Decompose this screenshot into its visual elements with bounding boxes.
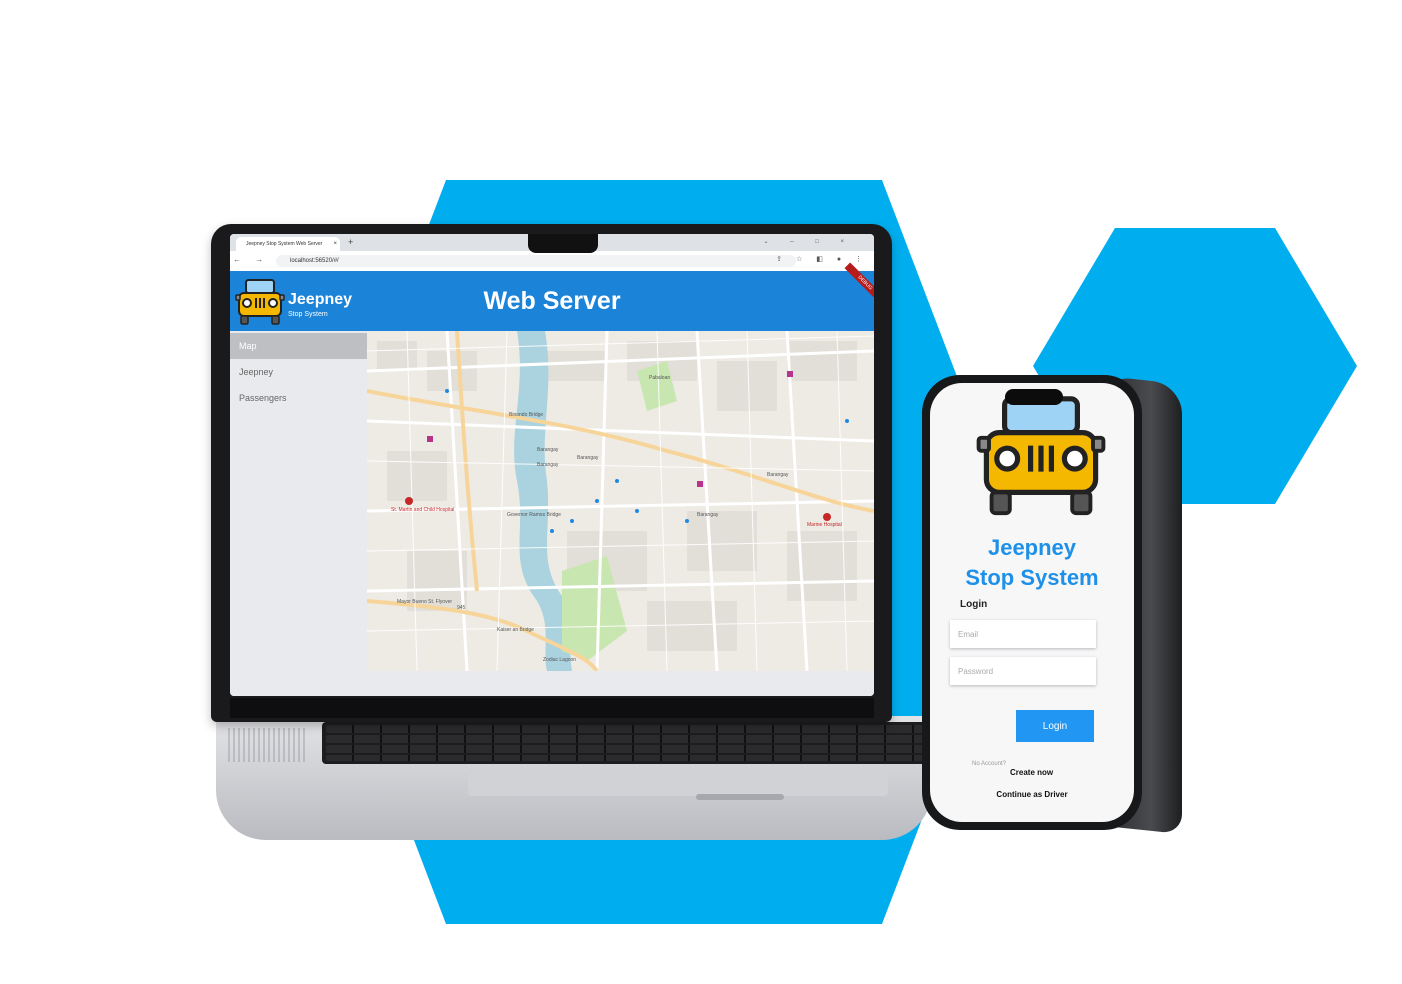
map-label: Barangay [697, 512, 719, 518]
url-input[interactable]: localhost:56520/#/ [276, 255, 796, 267]
map-label: Governor Ramos Bridge [507, 512, 561, 518]
hospital-icon [823, 513, 831, 521]
login-button[interactable]: Login [1016, 710, 1094, 742]
password-field[interactable] [950, 657, 1096, 685]
sidebar-item-jeepney[interactable]: Jeepney [230, 359, 367, 385]
browser-address-bar: ← → C localhost:56520/#/ ⇪ ☆ ◧ ● ⋮ [230, 251, 874, 272]
window-controls[interactable]: ⌄ – □ × [764, 238, 855, 245]
app-title-line2: Stop System [965, 565, 1099, 590]
continue-as-driver-link[interactable]: Continue as Driver [930, 790, 1134, 799]
login-heading: Login [960, 599, 988, 610]
new-tab-icon[interactable]: + [348, 237, 353, 247]
laptop-screen: Jeepney Stop System Web Server × + ⌄ – □… [230, 234, 874, 696]
app-title-line1: Jeepney [987, 535, 1077, 560]
map-label: Barangay [537, 462, 559, 468]
no-account-text: No Account? [972, 761, 1007, 767]
browser-tab[interactable]: Jeepney Stop System Web Server × [236, 237, 340, 251]
sidebar-item-map[interactable]: Map [230, 333, 367, 359]
map-label: Marine Hospital [807, 522, 842, 528]
map-label: St. Martin and Child Hospital [391, 507, 454, 513]
street-map[interactable]: Pabaloan Binondo Bridge Barangay Baranga… [367, 331, 874, 671]
laptop-lid-notch [696, 794, 784, 800]
camera-notch [528, 234, 598, 253]
speaker-grille [228, 728, 308, 762]
create-account-link[interactable]: Create now [1010, 768, 1053, 777]
map-label: Mayor Bueno St. Flyover [397, 599, 452, 605]
jeep-icon [976, 396, 1106, 516]
app-title: Jeepney Stop System [930, 533, 1134, 593]
map-label: Barangay [767, 472, 789, 478]
hospital-icon [405, 497, 413, 505]
map-label: 945 [457, 605, 466, 611]
sidebar: Map Jeepney Passengers [230, 331, 367, 696]
map-label: Barangay [577, 455, 599, 461]
sidebar-item-passengers[interactable]: Passengers [230, 385, 367, 411]
app-header: Jeepney Stop System Web Server DEBUG [230, 262, 874, 331]
map-label: Pabaloan [649, 375, 670, 381]
keyboard [322, 722, 934, 764]
laptop-chin [230, 698, 874, 718]
close-icon[interactable]: × [333, 237, 337, 251]
map-label: Binondo Bridge [509, 412, 543, 418]
map-label: Kaiser an Bridge [497, 627, 534, 633]
map-label: Barangay [537, 447, 559, 453]
email-field[interactable] [950, 620, 1096, 648]
phone-screen: Jeepney Stop System Login Login No Accou… [930, 383, 1134, 822]
toolbar-icons[interactable]: ⇪ ☆ ◧ ● ⋮ [776, 255, 868, 263]
map-view[interactable]: Pabaloan Binondo Bridge Barangay Baranga… [367, 331, 874, 671]
map-label: Zodiac Lagoon [543, 657, 576, 663]
map-footer [367, 671, 874, 696]
trackpad [468, 770, 888, 796]
tab-title: Jeepney Stop System Web Server [246, 241, 323, 247]
page-title: Web Server [483, 287, 621, 315]
dynamic-island [1005, 389, 1063, 405]
